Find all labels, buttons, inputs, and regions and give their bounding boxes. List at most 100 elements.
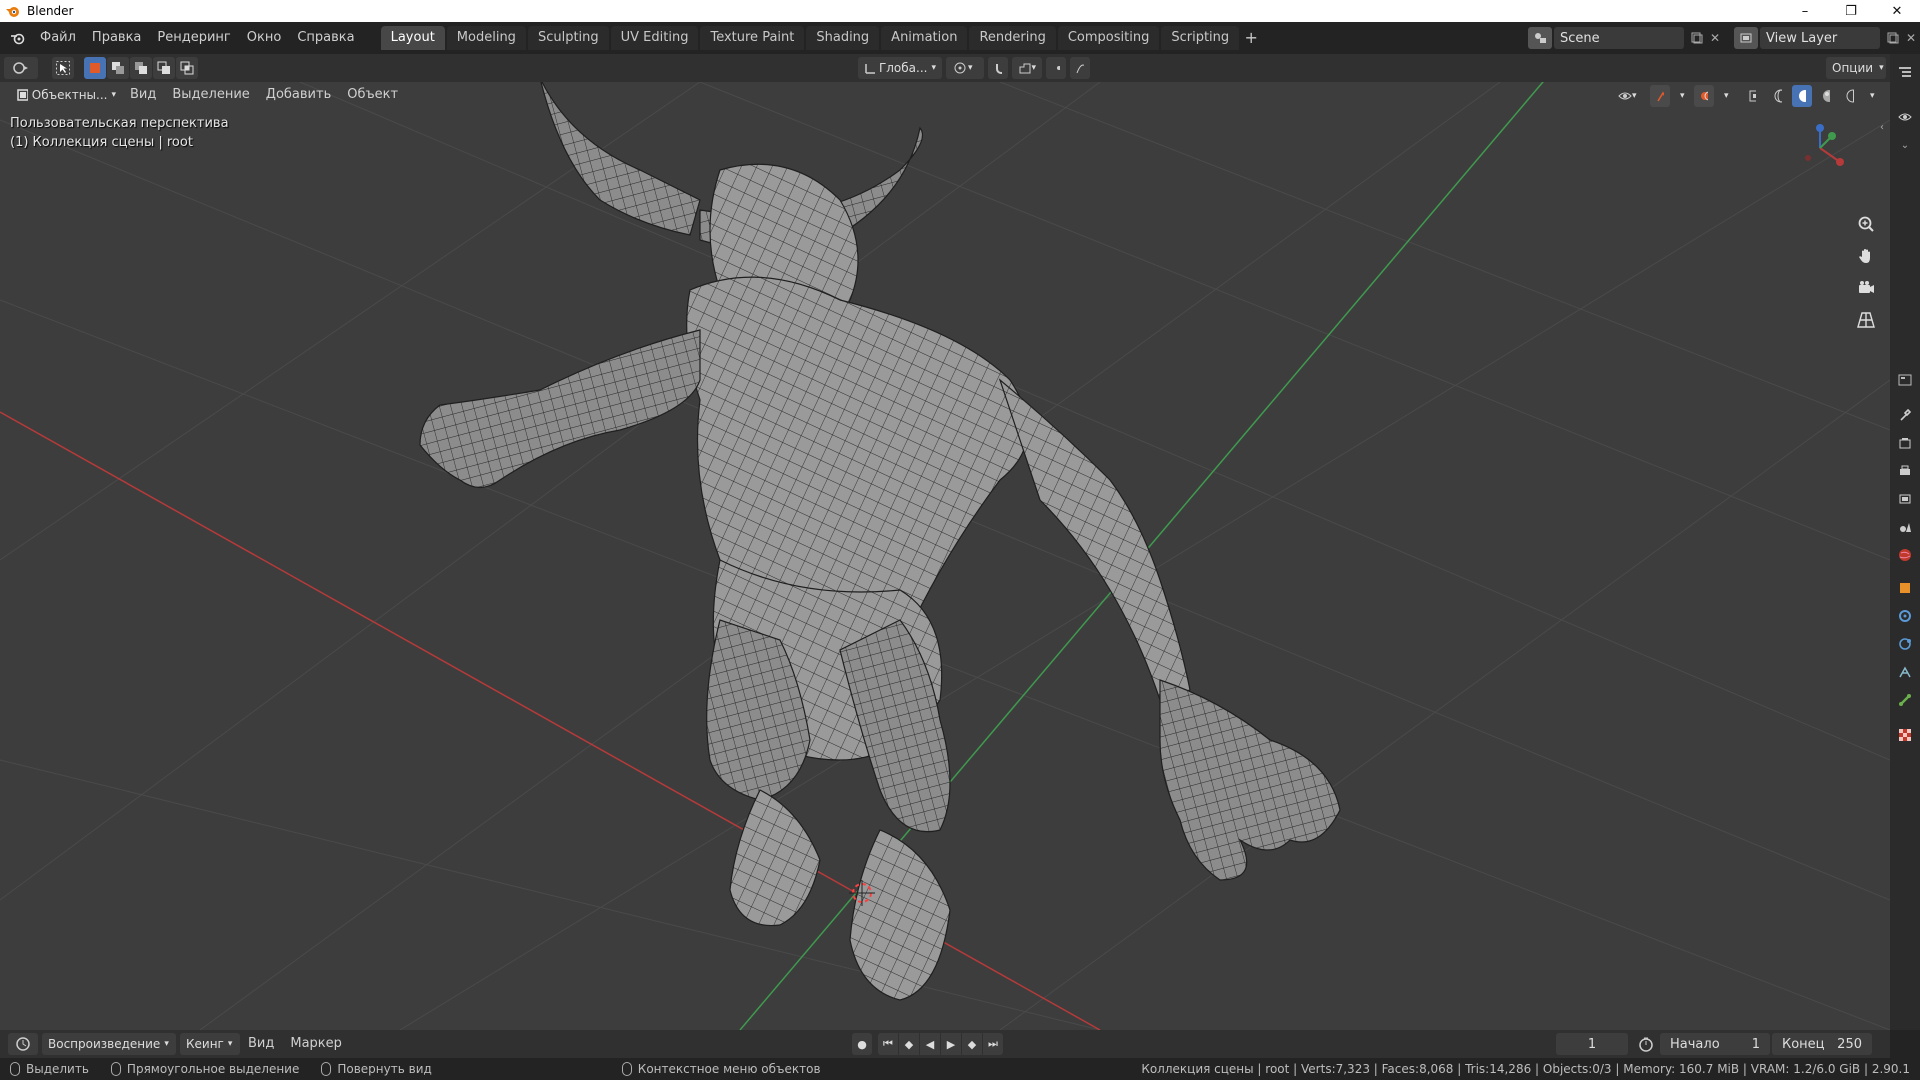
pivot-point-dropdown[interactable]: ▾ bbox=[946, 57, 984, 79]
timeline-menu-marker[interactable]: Маркер bbox=[282, 1033, 350, 1055]
tab-modifiers[interactable] bbox=[1894, 605, 1916, 627]
shading-wireframe-button[interactable] bbox=[1768, 85, 1788, 107]
add-workspace-button[interactable]: + bbox=[1241, 26, 1261, 50]
viewport-menu-add[interactable]: Добавить bbox=[258, 84, 339, 106]
shading-dropdown[interactable]: ▾ bbox=[1864, 85, 1880, 107]
jump-end-button[interactable]: ⏭ bbox=[983, 1033, 1003, 1055]
tab-object[interactable] bbox=[1894, 577, 1916, 599]
camera-view-button[interactable] bbox=[1852, 274, 1880, 302]
new-scene-button[interactable] bbox=[1688, 29, 1706, 47]
tab-compositing[interactable]: Compositing bbox=[1057, 26, 1160, 50]
scene-name-field[interactable]: Scene bbox=[1554, 27, 1684, 49]
tab-constraints[interactable] bbox=[1894, 661, 1916, 683]
tab-layout[interactable]: Layout bbox=[380, 26, 445, 50]
transform-orientation-dropdown[interactable]: Глоба... ▾ bbox=[858, 57, 942, 79]
delete-scene-button[interactable]: ✕ bbox=[1706, 29, 1724, 47]
object-mode-dropdown[interactable]: Объектны... ▾ bbox=[10, 84, 122, 106]
pan-button[interactable] bbox=[1852, 242, 1880, 270]
jump-keyframe-forward-button[interactable]: ◆ bbox=[962, 1033, 982, 1055]
gizmo-toggle[interactable] bbox=[1650, 85, 1670, 107]
timeline-editor-type-button[interactable] bbox=[8, 1033, 38, 1055]
tab-animation[interactable]: Animation bbox=[881, 26, 968, 50]
jump-start-button[interactable]: ⏮ bbox=[878, 1033, 898, 1055]
outliner-toggle[interactable] bbox=[1894, 61, 1916, 83]
proportional-edit-toggle[interactable] bbox=[1046, 57, 1066, 79]
zoom-button[interactable] bbox=[1852, 210, 1880, 238]
select-mode-subtract-button[interactable] bbox=[130, 57, 152, 79]
select-tool-button[interactable] bbox=[52, 57, 74, 79]
viewport-menu-select[interactable]: Выделение bbox=[164, 84, 257, 106]
viewport-menu-object[interactable]: Объект bbox=[339, 84, 406, 106]
tab-texture-paint[interactable]: Texture Paint bbox=[700, 26, 805, 50]
play-button[interactable]: ▶ bbox=[941, 1033, 961, 1055]
overlays-toggle[interactable] bbox=[1694, 85, 1714, 107]
tab-scripting[interactable]: Scripting bbox=[1161, 26, 1240, 50]
select-mode-intersect-button[interactable] bbox=[176, 57, 198, 79]
tab-rendering[interactable]: Rendering bbox=[969, 26, 1056, 50]
play-reverse-button[interactable]: ◀ bbox=[920, 1033, 940, 1055]
properties-toggle[interactable] bbox=[1894, 369, 1916, 391]
menu-window[interactable]: Окно bbox=[239, 27, 290, 49]
viewport-menu-view[interactable]: Вид bbox=[122, 84, 164, 106]
tab-sculpting[interactable]: Sculpting bbox=[527, 26, 609, 50]
menu-file[interactable]: Файл bbox=[32, 27, 84, 49]
select-mode-new-button[interactable] bbox=[84, 57, 106, 79]
tab-world[interactable] bbox=[1894, 544, 1916, 566]
keying-dropdown[interactable]: Кеинг ▾ bbox=[180, 1033, 240, 1055]
perspective-toggle-button[interactable] bbox=[1852, 306, 1880, 334]
start-frame-field[interactable]: Начало 1 bbox=[1660, 1033, 1770, 1055]
snap-toggle[interactable] bbox=[988, 57, 1008, 79]
jump-keyframe-back-button[interactable]: ◆ bbox=[899, 1033, 919, 1055]
expand-arrow[interactable]: ⌄ bbox=[1894, 134, 1916, 156]
minimize-button[interactable]: – bbox=[1782, 0, 1828, 22]
options-dropdown[interactable]: Опции ▾ bbox=[1826, 57, 1886, 79]
tab-object-data[interactable] bbox=[1894, 689, 1916, 711]
tab-output[interactable] bbox=[1894, 460, 1916, 482]
tab-scene[interactable] bbox=[1894, 516, 1916, 538]
tab-tool[interactable] bbox=[1894, 404, 1916, 426]
select-mode-invert-button[interactable] bbox=[153, 57, 175, 79]
xray-toggle[interactable] bbox=[1742, 85, 1762, 107]
visibility-dropdown[interactable]: ▾ bbox=[1612, 85, 1646, 107]
sidebar-toggle-arrow[interactable]: ‹ bbox=[1880, 122, 1890, 136]
view-layer-browse-button[interactable] bbox=[1734, 27, 1758, 49]
blender-menu-button[interactable] bbox=[4, 27, 32, 49]
playback-dropdown[interactable]: Воспроизведение ▾ bbox=[42, 1033, 176, 1055]
preview-range-toggle[interactable] bbox=[1638, 1036, 1654, 1052]
menu-render[interactable]: Рендеринг bbox=[149, 27, 238, 49]
tab-shading[interactable]: Shading bbox=[806, 26, 880, 50]
shading-solid-button[interactable] bbox=[1792, 85, 1812, 107]
close-button[interactable]: ✕ bbox=[1874, 0, 1920, 22]
record-button[interactable]: ● bbox=[852, 1033, 872, 1055]
current-frame-field[interactable]: 1 bbox=[1556, 1033, 1628, 1055]
hide-viewport-toggle[interactable] bbox=[1894, 106, 1916, 128]
menu-edit[interactable]: Правка bbox=[84, 27, 149, 49]
proportional-falloff-dropdown[interactable] bbox=[1070, 57, 1090, 79]
gizmo-dropdown[interactable]: ▾ bbox=[1674, 85, 1690, 107]
shading-material-button[interactable] bbox=[1816, 85, 1836, 107]
overlays-icon bbox=[1701, 91, 1708, 101]
tab-render[interactable] bbox=[1894, 432, 1916, 454]
view-layer-name: View Layer bbox=[1766, 30, 1838, 46]
overlays-dropdown[interactable]: ▾ bbox=[1718, 85, 1734, 107]
snap-target-dropdown[interactable]: ▾ bbox=[1012, 57, 1042, 79]
tab-physics[interactable] bbox=[1894, 633, 1916, 655]
tab-uv-editing[interactable]: UV Editing bbox=[610, 26, 699, 50]
editor-type-button[interactable] bbox=[4, 57, 38, 79]
tab-view-layer[interactable] bbox=[1894, 488, 1916, 510]
view-layer-field[interactable]: View Layer bbox=[1760, 27, 1880, 49]
3d-viewport[interactable]: Объектны... ▾ Вид Выделение Добавить Объ… bbox=[0, 82, 1890, 1030]
shading-rendered-button[interactable] bbox=[1840, 85, 1860, 107]
end-frame-field[interactable]: Конец 250 bbox=[1772, 1033, 1872, 1055]
status-box-select-label: Прямоугольное выделение bbox=[126, 1062, 300, 1076]
delete-view-layer-button[interactable]: ✕ bbox=[1902, 29, 1920, 47]
maximize-button[interactable]: ❐ bbox=[1828, 0, 1874, 22]
menu-help[interactable]: Справка bbox=[289, 27, 362, 49]
tab-modeling[interactable]: Modeling bbox=[446, 26, 526, 50]
tab-texture[interactable] bbox=[1894, 724, 1916, 746]
scene-browse-button[interactable] bbox=[1528, 27, 1552, 49]
timeline-menu-view[interactable]: Вид bbox=[240, 1033, 282, 1055]
new-view-layer-button[interactable] bbox=[1884, 29, 1902, 47]
select-mode-extend-button[interactable] bbox=[107, 57, 129, 79]
navigation-gizmo[interactable] bbox=[1790, 118, 1850, 178]
